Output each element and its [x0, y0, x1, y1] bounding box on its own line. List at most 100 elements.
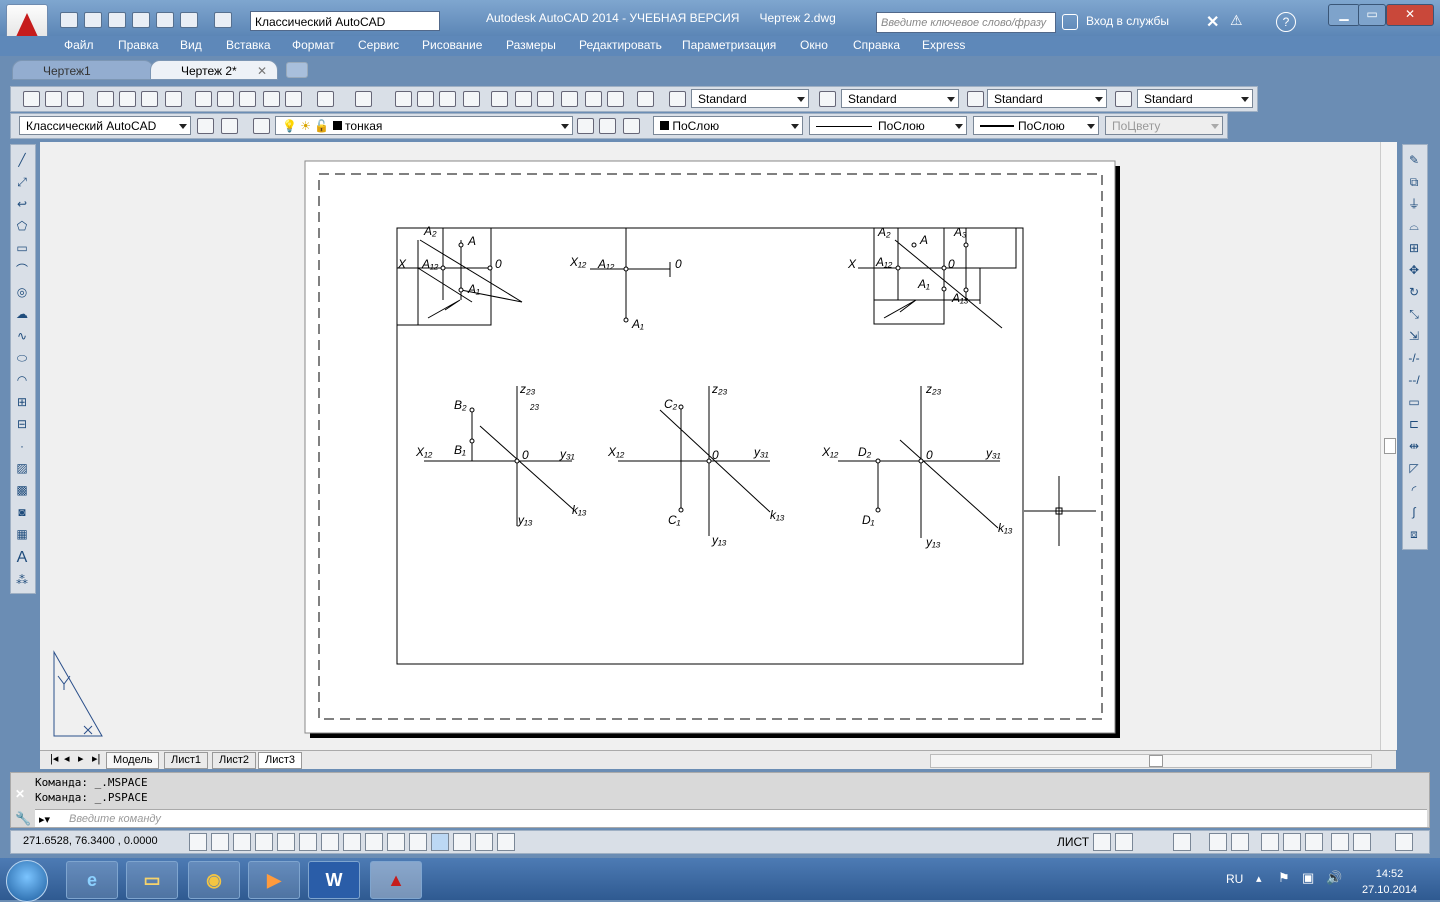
ellipse-arc-icon[interactable]: ◠ [15, 373, 29, 387]
maximize-viewport-icon[interactable] [1173, 833, 1191, 851]
word-icon[interactable]: W [308, 861, 360, 899]
minimize-button[interactable]: ▁ [1328, 4, 1360, 26]
space-toggle[interactable]: ЛИСТ [1057, 835, 1089, 849]
make-block-icon[interactable]: ⊟ [15, 417, 29, 431]
text-style-select[interactable]: Standard [691, 89, 809, 108]
help-icon[interactable]: ? [1276, 12, 1296, 32]
menu-insert[interactable]: Вставка [226, 38, 271, 52]
search-input[interactable]: Введите ключевое слово/фразу [876, 12, 1056, 33]
community-icon[interactable]: ⚠ [1230, 12, 1243, 29]
menu-parametric[interactable]: Параметризация [682, 38, 776, 52]
exchange-icon[interactable]: ✕ [1206, 12, 1219, 32]
dynamic-input-icon[interactable] [387, 833, 405, 851]
file-explorer-icon[interactable]: ▭ [126, 861, 178, 899]
layer-select[interactable]: 💡 ☀ 🔓 тонкая [275, 116, 573, 135]
network-icon[interactable]: ▣ [1302, 870, 1314, 886]
plotstyle-select[interactable]: ПоЦвету [1105, 116, 1223, 135]
gradient-icon[interactable]: ▩ [15, 483, 29, 497]
drawing-canvas[interactable]: X A₂ A A₁₂ 0 A₁ X₁₂ A₁₂ 0 A₁ A₂ A A₃ X A… [40, 142, 1396, 750]
extend-icon[interactable]: --/ [1407, 373, 1421, 387]
tab-sheet3[interactable]: Лист3 [258, 752, 303, 769]
tab-model[interactable]: Модель [106, 752, 160, 769]
tray-expand-icon[interactable]: ▴ [1256, 872, 1262, 885]
new-tab-icon[interactable] [286, 62, 308, 78]
workspace-settings-icon[interactable] [197, 118, 214, 134]
layer-properties-icon[interactable] [253, 118, 270, 134]
command-prompt-icon[interactable]: ▸▾ [39, 813, 50, 826]
workspace-switching-icon[interactable] [1261, 833, 1279, 851]
clean-screen-icon[interactable] [1395, 833, 1413, 851]
grid-display-icon[interactable] [233, 833, 251, 851]
blend-icon[interactable]: ∫ [1407, 505, 1421, 519]
menu-edit[interactable]: Правка [118, 38, 159, 52]
quick-view-layouts-icon[interactable] [1093, 833, 1111, 851]
point-icon[interactable]: · [15, 439, 29, 453]
scale-icon[interactable]: ⤡ [1407, 307, 1421, 321]
menu-draw[interactable]: Рисование [422, 38, 482, 52]
pan-icon[interactable] [395, 91, 412, 107]
help-icon[interactable] [637, 91, 654, 107]
fillet-icon[interactable]: ◜ [1407, 483, 1421, 497]
table-style-icon[interactable] [967, 91, 984, 107]
mirror-icon[interactable]: ⏚ [1407, 197, 1421, 211]
menu-format[interactable]: Формат [292, 38, 335, 52]
linetype-select[interactable]: ПоСлою [809, 116, 967, 135]
spline-icon[interactable]: ∿ [15, 329, 29, 343]
layer-previous-icon[interactable] [599, 118, 616, 134]
tab-close-icon[interactable]: ✕ [257, 61, 267, 81]
polar-tracking-icon[interactable] [277, 833, 295, 851]
add-selected-icon[interactable]: ⁂ [15, 573, 29, 587]
redo-icon[interactable] [214, 12, 232, 28]
save-icon[interactable] [67, 91, 84, 107]
dim-style-select[interactable]: Standard [841, 89, 959, 108]
region-icon[interactable]: ◙ [15, 505, 29, 519]
new-file-icon[interactable] [60, 12, 78, 28]
cut-icon[interactable] [195, 91, 212, 107]
toolbar-lock-icon[interactable] [1283, 833, 1301, 851]
menu-express[interactable]: Express [922, 38, 965, 52]
scroll-thumb[interactable] [1384, 438, 1396, 454]
lock-ui-icon[interactable] [221, 118, 238, 134]
3d-print-icon[interactable] [165, 91, 182, 107]
annotation-scale-icon[interactable] [1209, 833, 1227, 851]
lightbulb-icon[interactable] [1353, 833, 1371, 851]
qnew-icon[interactable] [23, 91, 40, 107]
zoom-realtime-icon[interactable] [417, 91, 434, 107]
polyline-icon[interactable]: ↩ [15, 197, 29, 211]
action-center-icon[interactable]: ⚑ [1278, 870, 1290, 886]
vertical-scrollbar[interactable] [1380, 142, 1397, 750]
join-icon[interactable]: ⇹ [1407, 439, 1421, 453]
hatch-icon[interactable]: ▨ [15, 461, 29, 475]
transparency-icon[interactable] [431, 833, 449, 851]
wrench-icon[interactable]: 🔧 [15, 811, 31, 827]
ortho-mode-icon[interactable] [255, 833, 273, 851]
tool-palettes-icon[interactable] [537, 91, 554, 107]
undo-icon[interactable] [317, 91, 334, 107]
redo-icon[interactable] [355, 91, 372, 107]
annotation-monitor-icon[interactable] [497, 833, 515, 851]
arc-icon[interactable]: ⌒ [15, 263, 29, 277]
plot-icon[interactable] [156, 12, 174, 28]
table-style-select[interactable]: Standard [987, 89, 1107, 108]
lineweight-icon[interactable] [409, 833, 427, 851]
break-icon[interactable]: ⊏ [1407, 417, 1421, 431]
input-language[interactable]: RU [1226, 872, 1243, 886]
infer-constraints-icon[interactable] [189, 833, 207, 851]
explode-icon[interactable]: ⧈ [1407, 527, 1421, 541]
text-style-icon[interactable] [669, 91, 686, 107]
isolate-objects-icon[interactable] [1331, 833, 1349, 851]
quick-properties-icon[interactable] [453, 833, 471, 851]
paste-icon[interactable] [239, 91, 256, 107]
layer-state-icon[interactable] [623, 118, 640, 134]
menu-help[interactable]: Справка [853, 38, 900, 52]
tab-drawing2[interactable]: Чертеж 2* ✕ [150, 60, 278, 80]
quick-view-drawings-icon[interactable] [1115, 833, 1133, 851]
zoom-window-icon[interactable] [439, 91, 456, 107]
selection-cycling-icon[interactable] [475, 833, 493, 851]
undo-icon[interactable] [180, 12, 198, 28]
binoculars-icon[interactable] [1062, 14, 1078, 30]
scroll-thumb[interactable] [1149, 755, 1163, 767]
erase-icon[interactable]: ✎ [1407, 153, 1421, 167]
lineweight-select[interactable]: ПоСлою [973, 116, 1099, 135]
clock[interactable]: 14:52 27.10.2014 [1362, 866, 1417, 898]
